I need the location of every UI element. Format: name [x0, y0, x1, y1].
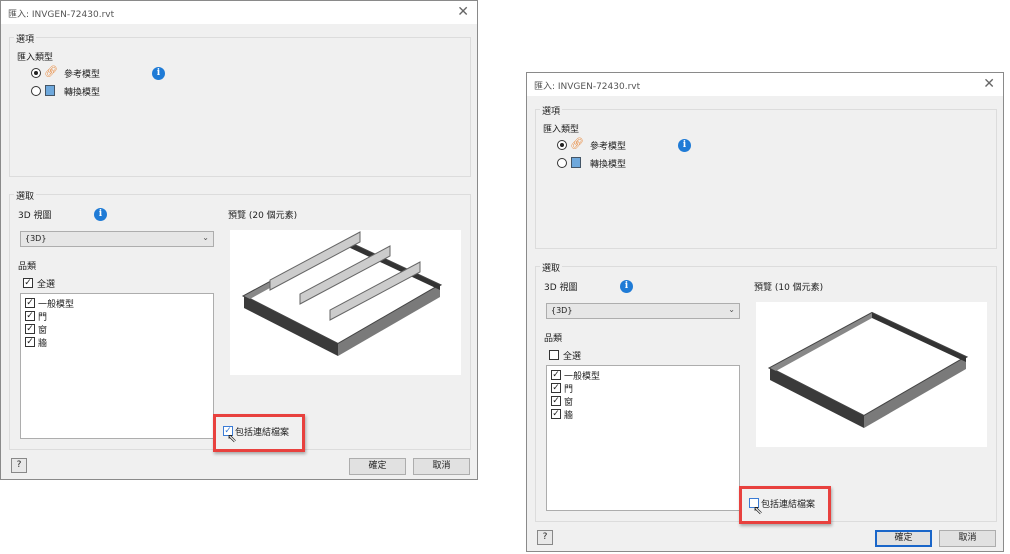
dialog-title: 匯入: INVGEN-72430.rvt	[8, 10, 115, 20]
category-list[interactable]: ✓ 一般模型 ✓ 門 ✓ 窗 ✓ 牆	[20, 293, 214, 439]
help-button[interactable]: ?	[537, 530, 553, 545]
view-dropdown[interactable]: {3D} ⌄	[546, 303, 740, 319]
cancel-button[interactable]: 取消	[939, 530, 996, 547]
category-checkbox[interactable]: ✓	[551, 409, 561, 419]
category-checkbox[interactable]: ✓	[551, 370, 561, 380]
include-linked-label[interactable]: 包括連結檔案	[235, 425, 289, 438]
category-label-item: 一般模型	[564, 372, 601, 382]
title-bar: 匯入: INVGEN-72430.rvt ✕	[527, 73, 1003, 96]
category-label-item: 牆	[564, 411, 574, 421]
model-preview-graphic	[767, 311, 969, 428]
title-bar: 匯入: INVGEN-72430.rvt ✕	[1, 1, 477, 24]
view-dropdown-value: {3D}	[25, 234, 47, 243]
help-icon: ?	[542, 532, 548, 542]
ok-button[interactable]: 確定	[349, 458, 406, 475]
preview-image	[756, 302, 987, 447]
help-button[interactable]: ?	[11, 458, 27, 473]
radio-reference-label[interactable]: 參考模型	[64, 67, 100, 80]
view-info-icon[interactable]: i	[620, 280, 633, 293]
preview-label: 預覽 (10 個元素)	[754, 283, 824, 293]
chevron-down-icon: ⌄	[728, 305, 735, 314]
radio-convert-model[interactable]	[31, 86, 41, 96]
category-checkbox[interactable]: ✓	[25, 337, 35, 347]
ok-button[interactable]: 確定	[875, 530, 932, 547]
options-group	[535, 109, 997, 249]
options-group	[9, 37, 471, 177]
chevron-down-icon: ⌄	[202, 233, 209, 242]
convert-model-icon	[45, 85, 55, 96]
import-dialog-before: 匯入: INVGEN-72430.rvt ✕ 選項 匯入類型 🔗︎ 參考模型 i…	[0, 0, 478, 480]
view-label: 3D 視圖	[18, 211, 52, 221]
radio-reference-label[interactable]: 參考模型	[590, 139, 626, 152]
help-icon: ?	[16, 460, 22, 470]
select-all-checkbox[interactable]: ✓	[23, 278, 33, 288]
convert-model-icon	[571, 157, 581, 168]
select-all-checkbox[interactable]	[549, 350, 559, 360]
category-label-item: 門	[564, 385, 574, 395]
selection-label: 選取	[14, 189, 37, 202]
select-all-label[interactable]: 全選	[563, 349, 581, 362]
link-icon: 🔗︎	[44, 65, 58, 78]
options-label: 選項	[540, 104, 563, 117]
category-label-item: 牆	[38, 339, 48, 349]
cursor-icon: ⇖	[753, 503, 764, 517]
category-checkbox[interactable]: ✓	[551, 383, 561, 393]
preview-label: 預覽 (20 個元素)	[228, 211, 298, 221]
radio-reference-model[interactable]	[557, 140, 567, 150]
info-icon[interactable]: i	[152, 67, 165, 80]
info-icon[interactable]: i	[678, 139, 691, 152]
preview-image	[230, 230, 461, 375]
radio-convert-label[interactable]: 轉換模型	[590, 157, 626, 170]
link-icon: 🔗︎	[570, 137, 584, 150]
radio-convert-model[interactable]	[557, 158, 567, 168]
cursor-icon: ⇖	[227, 431, 238, 445]
view-label: 3D 視圖	[544, 283, 578, 293]
radio-convert-label[interactable]: 轉換模型	[64, 85, 100, 98]
model-preview-graphic	[241, 231, 443, 356]
include-linked-label[interactable]: 包括連結檔案	[761, 497, 815, 510]
close-icon[interactable]: ✕	[457, 4, 469, 20]
category-checkbox[interactable]: ✓	[25, 298, 35, 308]
radio-reference-model[interactable]	[31, 68, 41, 78]
category-label: 品類	[18, 262, 37, 272]
cancel-button[interactable]: 取消	[413, 458, 470, 475]
select-all-label[interactable]: 全選	[37, 277, 55, 290]
import-type-label: 匯入類型	[17, 53, 54, 63]
category-list[interactable]: ✓ 一般模型 ✓ 門 ✓ 窗 ✓ 牆	[546, 365, 740, 511]
category-label: 品類	[544, 334, 563, 344]
import-type-label: 匯入類型	[543, 125, 580, 135]
close-icon[interactable]: ✕	[983, 76, 995, 92]
category-label-item: 窗	[564, 398, 574, 408]
category-label-item: 窗	[38, 326, 48, 336]
category-label-item: 一般模型	[38, 300, 75, 310]
category-label-item: 門	[38, 313, 48, 323]
import-dialog-after: 匯入: INVGEN-72430.rvt ✕ 選項 匯入類型 🔗︎ 參考模型 i…	[526, 72, 1004, 552]
interior-wall	[269, 231, 361, 291]
dialog-title: 匯入: INVGEN-72430.rvt	[534, 82, 641, 92]
category-checkbox[interactable]: ✓	[551, 396, 561, 406]
view-dropdown-value: {3D}	[551, 306, 573, 315]
category-checkbox[interactable]: ✓	[25, 324, 35, 334]
view-dropdown[interactable]: {3D} ⌄	[20, 231, 214, 247]
options-label: 選項	[14, 32, 37, 45]
selection-label: 選取	[540, 261, 563, 274]
category-checkbox[interactable]: ✓	[25, 311, 35, 321]
view-info-icon[interactable]: i	[94, 208, 107, 221]
